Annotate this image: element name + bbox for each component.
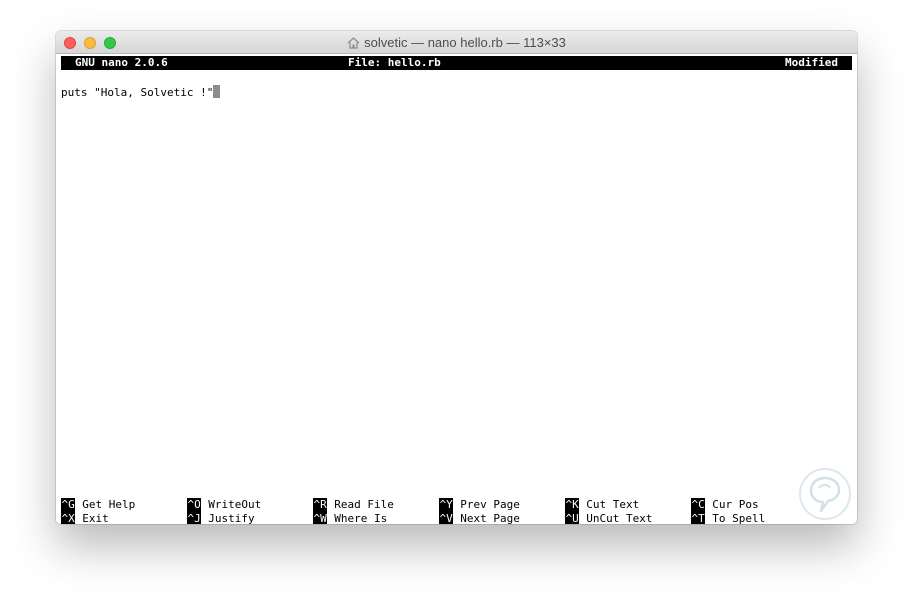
shortcut-key: ^X (61, 512, 76, 524)
shortcut-label: Where Is (334, 512, 388, 524)
shortcut-label: Next Page (460, 512, 520, 524)
terminal-window: solvetic — nano hello.rb — 113×33 GNU na… (56, 31, 857, 524)
shortcut-cut-text[interactable]: ^K Cut Text (565, 498, 639, 512)
shortcut-key: ^C (691, 498, 706, 512)
shortcut-key: ^Y (439, 498, 454, 512)
shortcut-label: WriteOut (208, 498, 262, 511)
shortcut-label: Cur Pos (712, 498, 759, 511)
shortcut-get-help[interactable]: ^G Get Help (61, 498, 135, 512)
solvetic-logo-icon (809, 476, 841, 513)
terminal-content[interactable]: GNU nano 2.0.6 File: hello.rb Modified p… (56, 54, 857, 524)
nano-version: GNU nano 2.0.6 (75, 56, 168, 69)
shortcut-key: ^K (565, 498, 580, 512)
shortcut-exit[interactable]: ^X Exit (61, 512, 109, 524)
shortcut-key: ^U (565, 512, 580, 524)
shortcut-key: ^T (691, 512, 706, 524)
shortcut-key: ^R (313, 498, 328, 512)
shortcut-label: Prev Page (460, 498, 520, 511)
shortcut-cur-pos[interactable]: ^C Cur Pos (691, 498, 759, 512)
window-title: solvetic — nano hello.rb — 113×33 (364, 35, 566, 50)
shortcut-prev-page[interactable]: ^Y Prev Page (439, 498, 520, 512)
nano-status-bar: GNU nano 2.0.6 File: hello.rb Modified (61, 56, 852, 70)
shortcut-key: ^W (313, 512, 328, 524)
shortcut-read-file[interactable]: ^R Read File (313, 498, 394, 512)
shortcut-label: Justify (208, 512, 255, 524)
shortcut-label: Cut Text (586, 498, 640, 511)
solvetic-logo (799, 468, 851, 520)
editor-line[interactable]: puts "Hola, Solvetic !" (61, 85, 221, 99)
shortcut-where-is[interactable]: ^W Where Is (313, 512, 387, 524)
file-name: File: hello.rb (348, 56, 441, 69)
shortcut-key: ^O (187, 498, 202, 512)
shortcut-label: Read File (334, 498, 394, 511)
modified-indicator: Modified (785, 56, 838, 69)
home-icon (347, 33, 360, 56)
title-bar[interactable]: solvetic — nano hello.rb — 113×33 (56, 31, 857, 54)
shortcut-next-page[interactable]: ^V Next Page (439, 512, 520, 524)
window-title-container: solvetic — nano hello.rb — 113×33 (56, 31, 857, 54)
shortcut-label: Get Help (82, 498, 136, 511)
editor-line-text: puts "Hola, Solvetic !" (61, 86, 214, 99)
shortcut-key: ^G (61, 498, 76, 512)
shortcut-label: Exit (82, 512, 109, 524)
shortcut-key: ^V (439, 512, 454, 524)
shortcut-to-spell[interactable]: ^T To Spell (691, 512, 765, 524)
shortcut-label: To Spell (712, 512, 766, 524)
shortcut-key: ^J (187, 512, 202, 524)
text-cursor (213, 85, 221, 98)
shortcut-uncut-text[interactable]: ^U UnCut Text (565, 512, 652, 524)
shortcut-writeout[interactable]: ^O WriteOut (187, 498, 261, 512)
shortcut-label: UnCut Text (586, 512, 653, 524)
shortcut-justify[interactable]: ^J Justify (187, 512, 255, 524)
